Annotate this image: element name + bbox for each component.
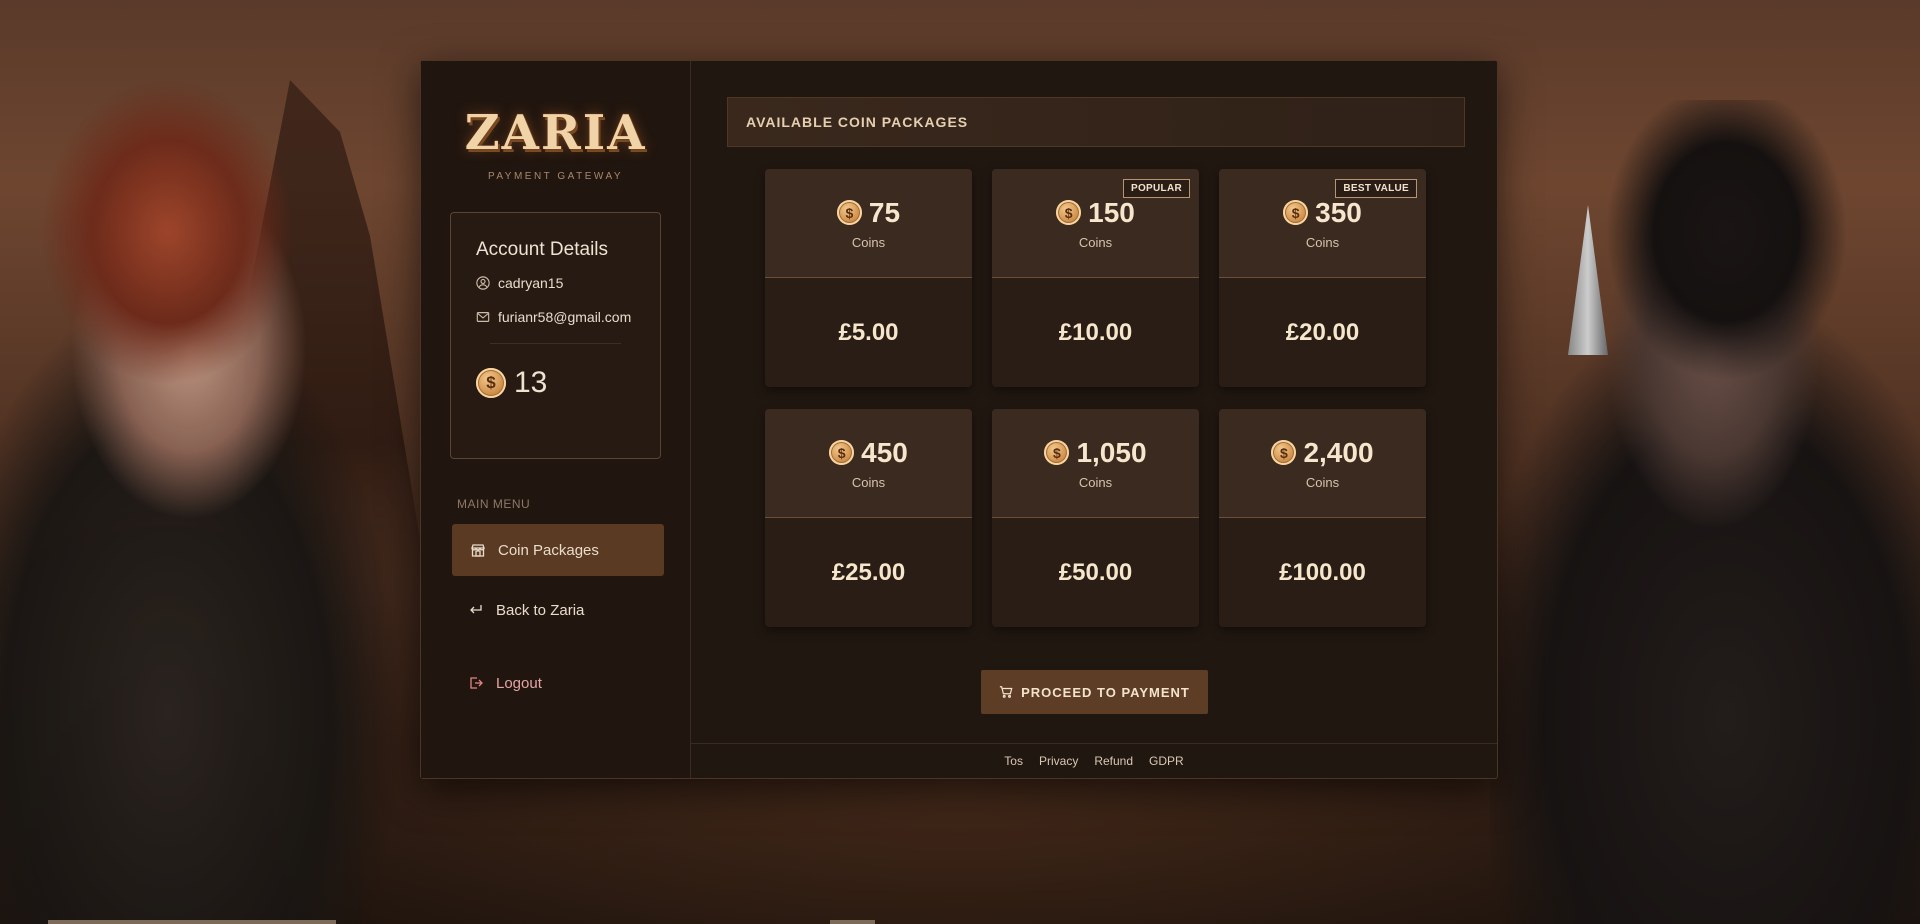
- best-value-badge: BEST VALUE: [1335, 179, 1417, 198]
- user-circle-icon: [476, 276, 490, 290]
- proceed-to-payment-button[interactable]: PROCEED TO PAYMENT: [981, 670, 1208, 714]
- account-details-title: Account Details: [476, 239, 609, 260]
- envelope-icon: [476, 310, 490, 324]
- main-menu-label: MAIN MENU: [457, 497, 531, 511]
- package-unit: Coins: [851, 234, 886, 250]
- coin-icon: $: [1056, 200, 1082, 225]
- coin-balance-value: 13: [514, 366, 548, 399]
- package-card[interactable]: $75 Coins £5.00: [765, 169, 972, 387]
- package-price: £10.00: [1058, 318, 1133, 346]
- background-mountain: [230, 80, 430, 600]
- coin-icon: $: [1271, 440, 1297, 465]
- package-amount: 1,050: [1076, 436, 1147, 468]
- footer: Tos Privacy Refund GDPR: [691, 743, 1497, 778]
- bottom-scrollbar-secondary[interactable]: [830, 920, 875, 924]
- menu-item-logout[interactable]: Logout: [452, 657, 664, 709]
- package-unit: Coins: [1305, 474, 1340, 490]
- package-card[interactable]: POPULAR $150 Coins £10.00: [992, 169, 1199, 387]
- package-header: $2,400 Coins: [1219, 409, 1426, 518]
- cart-icon: [999, 685, 1013, 699]
- package-price: £5.00: [838, 318, 899, 346]
- return-arrow-icon: [468, 602, 484, 618]
- package-unit: Coins: [1078, 474, 1113, 490]
- coin-icon: $: [1044, 440, 1070, 465]
- package-amount: 350: [1315, 196, 1362, 228]
- account-divider: [490, 343, 621, 344]
- package-amount: 150: [1088, 196, 1135, 228]
- menu-item-label: Back to Zaria: [496, 601, 585, 619]
- footer-link-tos[interactable]: Tos: [1004, 754, 1023, 768]
- shop-icon: [470, 542, 486, 558]
- bottom-scrollbar[interactable]: [48, 920, 336, 924]
- menu-item-label: Logout: [496, 674, 542, 692]
- package-amount: 2,400: [1303, 436, 1374, 468]
- background-armor-spike: [1568, 205, 1608, 355]
- package-amount: 75: [868, 196, 901, 228]
- package-header: BEST VALUE $350 Coins: [1219, 169, 1426, 278]
- menu-item-back-to-zaria[interactable]: Back to Zaria: [452, 584, 664, 636]
- menu-item-coin-packages[interactable]: Coin Packages: [452, 524, 664, 576]
- proceed-label: PROCEED TO PAYMENT: [1021, 684, 1190, 700]
- account-email-row: furianr58@gmail.com: [476, 309, 635, 325]
- package-card[interactable]: $1,050 Coins £50.00: [992, 409, 1199, 627]
- package-card[interactable]: $2,400 Coins £100.00: [1219, 409, 1426, 627]
- coin-icon: $: [829, 440, 855, 465]
- logout-icon: [468, 675, 484, 691]
- package-price: £50.00: [1058, 558, 1133, 586]
- background-character-left: [0, 80, 420, 924]
- package-header: POPULAR $150 Coins: [992, 169, 1199, 278]
- package-price: £20.00: [1285, 318, 1360, 346]
- footer-link-privacy[interactable]: Privacy: [1039, 754, 1078, 768]
- account-email: furianr58@gmail.com: [498, 309, 632, 325]
- account-details-card: Account Details cadryan15 furianr58@gmai…: [450, 212, 661, 459]
- coin-icon: $: [1283, 200, 1309, 225]
- footer-link-gdpr[interactable]: GDPR: [1149, 754, 1184, 768]
- popular-badge: POPULAR: [1123, 179, 1190, 198]
- package-unit: Coins: [1305, 234, 1340, 250]
- package-unit: Coins: [851, 474, 886, 490]
- package-price: £25.00: [831, 558, 906, 586]
- package-card[interactable]: BEST VALUE $350 Coins £20.00: [1219, 169, 1426, 387]
- coin-icon: $: [836, 200, 862, 225]
- footer-link-refund[interactable]: Refund: [1094, 754, 1133, 768]
- coin-icon: $: [476, 368, 506, 398]
- package-price: £100.00: [1279, 558, 1366, 586]
- main-content: AVAILABLE COIN PACKAGES $75 Coins £5.00 …: [691, 61, 1497, 778]
- account-username: cadryan15: [498, 275, 564, 291]
- package-unit: Coins: [1078, 234, 1113, 250]
- background-character-right: [1490, 100, 1920, 924]
- account-username-row: cadryan15: [476, 275, 635, 291]
- coin-balance: $ 13: [476, 366, 635, 400]
- package-header: $75 Coins: [765, 169, 972, 278]
- menu-item-label: Coin Packages: [498, 541, 599, 559]
- section-title: AVAILABLE COIN PACKAGES: [727, 97, 1465, 147]
- package-header: $1,050 Coins: [992, 409, 1199, 518]
- package-amount: 450: [861, 436, 908, 468]
- package-header: $450 Coins: [765, 409, 972, 518]
- payment-panel: ZARIA PAYMENT GATEWAY Account Details ca…: [420, 60, 1498, 779]
- logo-subtitle: PAYMENT GATEWAY: [487, 171, 624, 182]
- sidebar: ZARIA PAYMENT GATEWAY Account Details ca…: [421, 61, 691, 778]
- package-card[interactable]: $450 Coins £25.00: [765, 409, 972, 627]
- zaria-logo: ZARIA: [464, 105, 647, 161]
